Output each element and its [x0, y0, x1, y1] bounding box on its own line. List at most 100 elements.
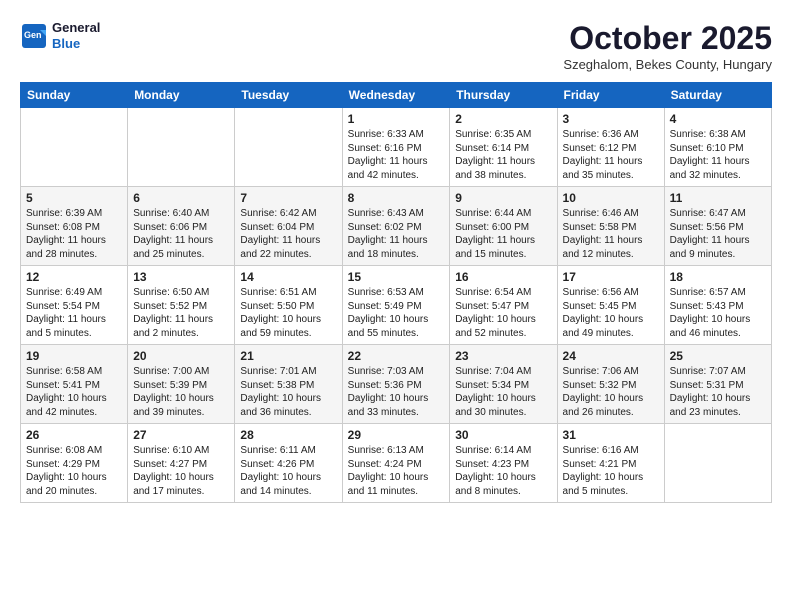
day-number: 31 — [563, 428, 659, 442]
calendar-cell: 10 Sunrise: 6:46 AM Sunset: 5:58 PM Dayli… — [557, 187, 664, 266]
day-number: 6 — [133, 191, 229, 205]
day-info: Sunrise: 6:16 AM Sunset: 4:21 PM Dayligh… — [563, 444, 659, 498]
weekday-header-wednesday: Wednesday — [342, 83, 450, 108]
calendar-cell: 14 Sunrise: 6:51 AM Sunset: 5:50 PM Dayli… — [235, 266, 342, 345]
day-info: Sunrise: 6:50 AM Sunset: 5:52 PM Dayligh… — [133, 286, 229, 340]
calendar-cell: 11 Sunrise: 6:47 AM Sunset: 5:56 PM Dayli… — [664, 187, 771, 266]
calendar: SundayMondayTuesdayWednesdayThursdayFrid… — [20, 82, 772, 503]
title-block: October 2025 Szeghalom, Bekes County, Hu… — [563, 20, 772, 72]
day-info: Sunrise: 6:46 AM Sunset: 5:58 PM Dayligh… — [563, 207, 659, 261]
month-title: October 2025 — [563, 20, 772, 57]
day-info: Sunrise: 6:33 AM Sunset: 6:16 PM Dayligh… — [348, 128, 445, 182]
day-number: 5 — [26, 191, 122, 205]
day-number: 26 — [26, 428, 122, 442]
logo-blue: Blue — [52, 36, 100, 52]
calendar-cell — [664, 424, 771, 503]
day-info: Sunrise: 6:11 AM Sunset: 4:26 PM Dayligh… — [240, 444, 336, 498]
calendar-cell: 22 Sunrise: 7:03 AM Sunset: 5:36 PM Dayli… — [342, 345, 450, 424]
day-info: Sunrise: 6:42 AM Sunset: 6:04 PM Dayligh… — [240, 207, 336, 261]
calendar-cell: 16Sunrise: 6:54 AM Sunset: 5:47 PM Dayli… — [450, 266, 557, 345]
day-number: 24 — [563, 349, 659, 363]
calendar-cell: 1 Sunrise: 6:33 AM Sunset: 6:16 PM Daylig… — [342, 108, 450, 187]
calendar-cell: 25 Sunrise: 7:07 AM Sunset: 5:31 PM Dayli… — [664, 345, 771, 424]
day-number: 17 — [563, 270, 659, 284]
day-info: Sunrise: 6:14 AM Sunset: 4:23 PM Dayligh… — [455, 444, 551, 498]
day-number: 11 — [670, 191, 766, 205]
calendar-cell: 31 Sunrise: 6:16 AM Sunset: 4:21 PM Dayli… — [557, 424, 664, 503]
calendar-cell: 26 Sunrise: 6:08 AM Sunset: 4:29 PM Dayli… — [21, 424, 128, 503]
day-info: Sunrise: 6:44 AM Sunset: 6:00 PM Dayligh… — [455, 207, 551, 261]
day-info: Sunrise: 6:51 AM Sunset: 5:50 PM Dayligh… — [240, 286, 336, 340]
logo-general: General — [52, 20, 100, 36]
day-number: 22 — [348, 349, 445, 363]
calendar-cell: 24Sunrise: 7:06 AM Sunset: 5:32 PM Dayli… — [557, 345, 664, 424]
calendar-week-row: 5Sunrise: 6:39 AM Sunset: 6:08 PM Daylig… — [21, 187, 772, 266]
day-number: 25 — [670, 349, 766, 363]
day-info: Sunrise: 6:38 AM Sunset: 6:10 PM Dayligh… — [670, 128, 766, 182]
day-info: Sunrise: 7:04 AM Sunset: 5:34 PM Dayligh… — [455, 365, 551, 419]
calendar-cell: 2 Sunrise: 6:35 AM Sunset: 6:14 PM Daylig… — [450, 108, 557, 187]
day-info: Sunrise: 7:03 AM Sunset: 5:36 PM Dayligh… — [348, 365, 445, 419]
day-number: 19 — [26, 349, 122, 363]
calendar-cell: 13 Sunrise: 6:50 AM Sunset: 5:52 PM Dayli… — [128, 266, 235, 345]
day-number: 7 — [240, 191, 336, 205]
day-number: 18 — [670, 270, 766, 284]
calendar-cell: 9 Sunrise: 6:44 AM Sunset: 6:00 PM Daylig… — [450, 187, 557, 266]
calendar-cell: 21Sunrise: 7:01 AM Sunset: 5:38 PM Dayli… — [235, 345, 342, 424]
day-info: Sunrise: 7:07 AM Sunset: 5:31 PM Dayligh… — [670, 365, 766, 419]
day-info: Sunrise: 6:35 AM Sunset: 6:14 PM Dayligh… — [455, 128, 551, 182]
day-info: Sunrise: 6:56 AM Sunset: 5:45 PM Dayligh… — [563, 286, 659, 340]
calendar-cell: 18 Sunrise: 6:57 AM Sunset: 5:43 PM Dayli… — [664, 266, 771, 345]
day-number: 10 — [563, 191, 659, 205]
calendar-week-row: 26 Sunrise: 6:08 AM Sunset: 4:29 PM Dayli… — [21, 424, 772, 503]
day-number: 15 — [348, 270, 445, 284]
day-number: 30 — [455, 428, 551, 442]
calendar-cell: 7 Sunrise: 6:42 AM Sunset: 6:04 PM Daylig… — [235, 187, 342, 266]
day-info: Sunrise: 6:49 AM Sunset: 5:54 PM Dayligh… — [26, 286, 122, 340]
day-info: Sunrise: 6:47 AM Sunset: 5:56 PM Dayligh… — [670, 207, 766, 261]
calendar-cell: 28 Sunrise: 6:11 AM Sunset: 4:26 PM Dayli… — [235, 424, 342, 503]
day-info: Sunrise: 7:01 AM Sunset: 5:38 PM Dayligh… — [240, 365, 336, 419]
calendar-cell: 4 Sunrise: 6:38 AM Sunset: 6:10 PM Daylig… — [664, 108, 771, 187]
day-info: Sunrise: 6:13 AM Sunset: 4:24 PM Dayligh… — [348, 444, 445, 498]
weekday-header-row: SundayMondayTuesdayWednesdayThursdayFrid… — [21, 83, 772, 108]
day-info: Sunrise: 6:58 AM Sunset: 5:41 PM Dayligh… — [26, 365, 122, 419]
weekday-header-sunday: Sunday — [21, 83, 128, 108]
weekday-header-friday: Friday — [557, 83, 664, 108]
weekday-header-saturday: Saturday — [664, 83, 771, 108]
day-info: Sunrise: 6:43 AM Sunset: 6:02 PM Dayligh… — [348, 207, 445, 261]
calendar-cell — [21, 108, 128, 187]
day-number: 28 — [240, 428, 336, 442]
calendar-cell: 30 Sunrise: 6:14 AM Sunset: 4:23 PM Dayli… — [450, 424, 557, 503]
day-info: Sunrise: 6:08 AM Sunset: 4:29 PM Dayligh… — [26, 444, 122, 498]
calendar-cell: 17 Sunrise: 6:56 AM Sunset: 5:45 PM Dayli… — [557, 266, 664, 345]
calendar-cell: 23 Sunrise: 7:04 AM Sunset: 5:34 PM Dayli… — [450, 345, 557, 424]
day-number: 29 — [348, 428, 445, 442]
day-number: 13 — [133, 270, 229, 284]
calendar-cell: 15 Sunrise: 6:53 AM Sunset: 5:49 PM Dayli… — [342, 266, 450, 345]
calendar-week-row: 19 Sunrise: 6:58 AM Sunset: 5:41 PM Dayli… — [21, 345, 772, 424]
day-info: Sunrise: 6:53 AM Sunset: 5:49 PM Dayligh… — [348, 286, 445, 340]
day-number: 4 — [670, 112, 766, 126]
calendar-cell: 29 Sunrise: 6:13 AM Sunset: 4:24 PM Dayli… — [342, 424, 450, 503]
calendar-cell: 8 Sunrise: 6:43 AM Sunset: 6:02 PM Daylig… — [342, 187, 450, 266]
day-info: Sunrise: 6:10 AM Sunset: 4:27 PM Dayligh… — [133, 444, 229, 498]
calendar-week-row: 12 Sunrise: 6:49 AM Sunset: 5:54 PM Dayli… — [21, 266, 772, 345]
logo-text: General Blue — [52, 20, 100, 51]
calendar-cell: 19 Sunrise: 6:58 AM Sunset: 5:41 PM Dayli… — [21, 345, 128, 424]
day-info: Sunrise: 6:57 AM Sunset: 5:43 PM Dayligh… — [670, 286, 766, 340]
weekday-header-monday: Monday — [128, 83, 235, 108]
day-number: 12 — [26, 270, 122, 284]
day-number: 9 — [455, 191, 551, 205]
day-number: 2 — [455, 112, 551, 126]
calendar-week-row: 1 Sunrise: 6:33 AM Sunset: 6:16 PM Daylig… — [21, 108, 772, 187]
day-info: Sunrise: 7:00 AM Sunset: 5:39 PM Dayligh… — [133, 365, 229, 419]
day-number: 8 — [348, 191, 445, 205]
calendar-cell: 27Sunrise: 6:10 AM Sunset: 4:27 PM Dayli… — [128, 424, 235, 503]
day-info: Sunrise: 6:40 AM Sunset: 6:06 PM Dayligh… — [133, 207, 229, 261]
day-number: 1 — [348, 112, 445, 126]
location: Szeghalom, Bekes County, Hungary — [563, 57, 772, 72]
day-number: 23 — [455, 349, 551, 363]
logo: Gen General Blue — [20, 20, 100, 51]
day-number: 14 — [240, 270, 336, 284]
